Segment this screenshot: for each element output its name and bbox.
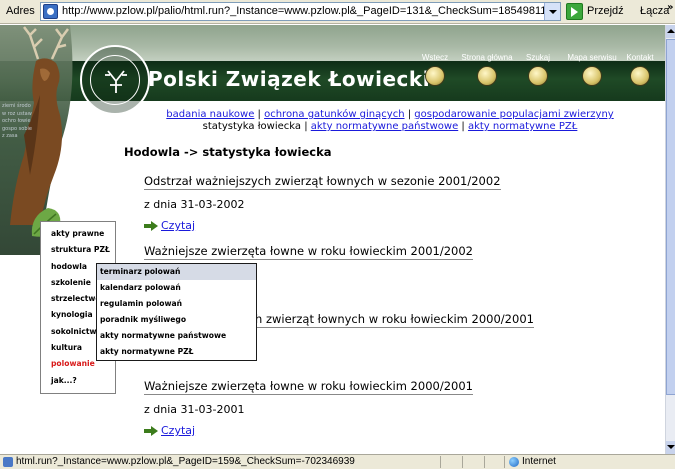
subnav-separator: | [458,121,468,132]
arrow-right-icon [144,426,158,436]
scroll-down-icon[interactable] [666,441,675,454]
sub-navigation: badania naukowe | ochrona gatunków ginąc… [150,109,630,133]
arrow-right-icon [144,221,158,231]
subnav-link-protection[interactable]: ochrona gatunków ginących [264,109,404,120]
search-icon[interactable] [528,66,548,86]
page-icon [43,4,58,19]
scroll-thumb[interactable] [666,39,675,395]
nav-search-button[interactable]: Szukaj [508,53,568,86]
go-label[interactable]: Przejdź [587,5,624,17]
breadcrumb: Hodowla -> statystyka łowiecka [124,145,332,159]
subnav-separator: | [301,121,311,132]
nav-back-label[interactable]: Wstecz [405,53,465,62]
article-item: Odstrzał ważniejszych zwierząt łownych w… [144,174,644,232]
site-title: Polski Związek Łowiecki [148,67,431,91]
article-item: Ważniejsze zwierzęta łowne w roku łowiec… [144,244,644,260]
article-title[interactable]: h zwierząt łownych w roku łowieckim 2000… [255,312,534,328]
globe-icon [509,457,519,467]
nav-search-label[interactable]: Szukaj [508,53,568,62]
sub-menu-item-hovered[interactable]: terminarz polowań [97,264,256,280]
sub-menu-item[interactable]: akty normatywne PZŁ [97,344,256,360]
nav-contact-label[interactable]: Kontakt [615,53,665,62]
page-content: Polski Związek Łowiecki Wstecz Strona gł… [0,25,665,454]
article-title[interactable]: Ważniejsze zwierzęta łowne w roku łowiec… [144,379,473,395]
read-link-label[interactable]: Czytaj [161,219,195,232]
status-text: html.run?_Instance=www.pzlow.pl&_PageID=… [16,456,355,467]
go-arrow-icon[interactable] [566,3,583,20]
subnav-separator: | [254,109,265,120]
address-input[interactable]: http://www.pzlow.pl/palio/html.run?_Inst… [40,2,561,21]
page-icon [3,457,13,467]
antler-emblem-icon [105,70,127,93]
article-item: Ważniejsze zwierzęta łowne w roku łowiec… [144,379,644,437]
address-bar: Adres http://www.pzlow.pl/palio/html.run… [0,0,675,24]
read-link-label[interactable]: Czytaj [161,424,195,437]
sub-menu-item[interactable]: regulamin polowań [97,296,256,312]
vertical-scrollbar[interactable] [665,25,675,454]
read-link[interactable]: Czytaj [144,219,644,232]
nav-back-button[interactable]: Wstecz [405,53,465,86]
sub-menu-item[interactable]: poradnik myśliwego [97,312,256,328]
contact-icon[interactable] [630,66,650,86]
article-date: z dnia 31-03-2001 [144,403,245,416]
nav-map-label[interactable]: Mapa serwisu [562,53,622,62]
status-divider [462,456,463,468]
security-zone: Internet [522,456,556,467]
subnav-link-state-acts[interactable]: akty normatywne państwowe [311,121,458,132]
article-title[interactable]: Ważniejsze zwierzęta łowne w roku łowiec… [144,244,473,260]
article-title[interactable]: Odstrzał ważniejszych zwierząt łownych w… [144,174,501,190]
address-label: Adres [6,5,35,17]
map-icon[interactable] [582,66,602,86]
subnav-link-pzl-acts[interactable]: akty normatywne PZŁ [468,121,577,132]
sidebar-faded-text: ziemi środo w roz ustaw ochro łowie gosp… [2,103,32,139]
status-bar: html.run?_Instance=www.pzlow.pl&_PageID=… [0,454,675,469]
side-menu-item[interactable]: akty prawne [41,226,115,242]
status-divider [504,456,505,468]
address-url[interactable]: http://www.pzlow.pl/palio/html.run?_Inst… [62,5,559,17]
chevron-right-icon[interactable]: » [667,2,673,13]
subnav-link-population[interactable]: gospodarowanie populacjami zwierzyny [414,109,613,120]
status-divider [484,456,485,468]
go-button[interactable]: Przejdź [566,2,634,22]
home-icon[interactable] [477,66,497,86]
scroll-up-icon[interactable] [666,25,675,38]
back-arrow-icon[interactable] [425,66,445,86]
links-button[interactable]: Łącza [640,5,669,17]
sub-menu: terminarz polowań kalendarz polowań regu… [96,263,257,361]
side-menu-item[interactable]: jak...? [41,373,115,389]
pzl-seal-logo [80,45,150,115]
subnav-link-research[interactable]: badania naukowe [166,109,254,120]
read-link[interactable]: Czytaj [144,424,644,437]
sub-menu-item[interactable]: kalendarz polowań [97,280,256,296]
status-divider [440,456,441,468]
chevron-down-icon[interactable] [544,3,560,20]
article-date: z dnia 31-03-2002 [144,198,245,211]
subnav-current: statystyka łowiecka [202,121,302,132]
sub-menu-item[interactable]: akty normatywne państwowe [97,328,256,344]
side-menu-item[interactable]: struktura PZŁ [41,242,115,258]
nav-contact-button[interactable]: Kontakt [615,53,665,86]
nav-map-button[interactable]: Mapa serwisu [562,53,622,86]
subnav-separator: | [404,109,415,120]
